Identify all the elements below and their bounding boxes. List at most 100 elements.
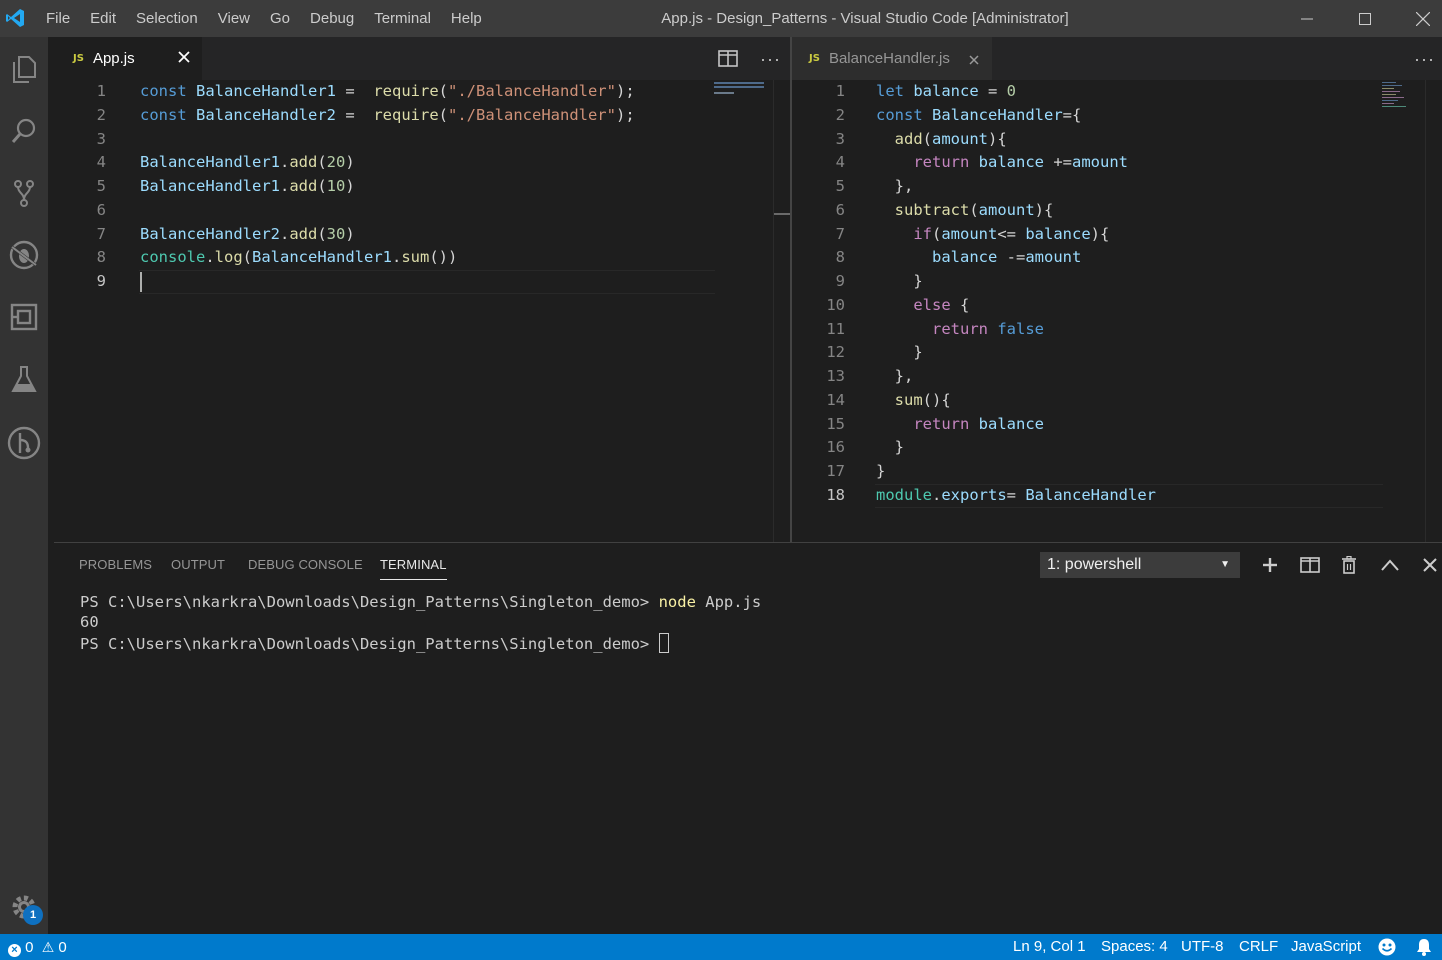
terminal-select[interactable]: 1: powershell ▼ <box>1040 552 1240 578</box>
code-text: const BalanceHandler2 = require("./Balan… <box>140 105 635 124</box>
menu-debug[interactable]: Debug <box>300 0 364 37</box>
code-line: 17} <box>792 459 1442 483</box>
menu-selection[interactable]: Selection <box>126 0 208 37</box>
code-line: 7 if(amount<= balance){ <box>792 222 1442 246</box>
code-line: 2 const BalanceHandler={ <box>792 103 1442 127</box>
code-text: module.exports= BalanceHandler <box>876 485 1156 504</box>
window-title: App.js - Design_Patterns - Visual Studio… <box>661 10 1069 27</box>
code-line: 15 return balance <box>792 412 1442 436</box>
line-number: 11 <box>826 319 845 338</box>
line-number: 9 <box>96 272 106 290</box>
line-number: 5 <box>96 177 106 195</box>
close-tab-icon[interactable] <box>969 52 979 69</box>
code-line: 5 BalanceHandler1.add(10) <box>54 174 790 198</box>
encoding[interactable]: UTF-8 <box>1181 934 1224 960</box>
source-control-icon[interactable] <box>0 169 48 217</box>
more-actions-icon[interactable]: ··· <box>1414 49 1435 70</box>
line-number: 18 <box>826 485 845 504</box>
code-line: 9 } <box>792 269 1442 293</box>
menu-help[interactable]: Help <box>441 0 492 37</box>
line-number: 4 <box>835 153 845 172</box>
code-line: 7 BalanceHandler2.add(30) <box>54 222 790 246</box>
line-number: 2 <box>835 105 845 124</box>
code-text: balance -=amount <box>932 248 1082 267</box>
maximize-button[interactable] <box>1342 0 1388 37</box>
tab-balancehandler-js[interactable]: JS BalanceHandler.js <box>792 37 992 80</box>
explorer-icon[interactable] <box>0 45 48 93</box>
tab-app-js[interactable]: JS App.js <box>54 37 202 80</box>
debug-icon[interactable] <box>0 231 48 279</box>
terminal-command-arg: App.js <box>695 593 762 611</box>
terminal-line: PS C:\Users\nkarkra\Downloads\Design_Pat… <box>80 633 669 653</box>
settings-gear-icon[interactable] <box>0 883 48 931</box>
line-number: 7 <box>96 224 106 243</box>
cursor-position[interactable]: Ln 9, Col 1 <box>1013 934 1086 960</box>
code-line: 6 subtract(amount){ <box>792 198 1442 222</box>
chevron-up-icon <box>1381 559 1399 571</box>
terminal-command: node <box>658 593 696 611</box>
trash-icon <box>1342 556 1356 574</box>
search-icon[interactable] <box>0 107 48 155</box>
maximize-panel-button[interactable] <box>1378 553 1402 577</box>
code-line: 1 const BalanceHandler1 = require("./Bala… <box>54 80 790 103</box>
tab-problems[interactable]: PROBLEMS <box>79 557 152 572</box>
menu-edit[interactable]: Edit <box>80 0 126 37</box>
editor-app-js[interactable]: 1 const BalanceHandler1 = require("./Bala… <box>54 80 790 542</box>
close-icon <box>1416 11 1430 26</box>
code-line: 3 <box>54 127 790 151</box>
test-icon[interactable] <box>0 355 48 403</box>
feedback-smiley-icon[interactable] <box>1378 938 1396 960</box>
kill-terminal-button[interactable] <box>1337 553 1361 577</box>
terminal-prompt: PS C:\Users\nkarkra\Downloads\Design_Pat… <box>80 593 659 611</box>
code-line: 14 sum(){ <box>792 388 1442 412</box>
problems-status[interactable]: × 0 ⚠ 0 <box>8 934 67 960</box>
tab-output[interactable]: OUTPUT <box>171 557 225 572</box>
line-number: 3 <box>835 129 845 148</box>
tab-terminal[interactable]: TERMINAL <box>380 557 447 580</box>
editor-balancehandler-js[interactable]: 1 let balance = 0 2 const BalanceHandler={ 3… <box>792 80 1442 542</box>
close-tab-icon[interactable] <box>178 50 190 67</box>
code-line: 1 let balance = 0 <box>792 80 1442 103</box>
split-terminal-button[interactable] <box>1298 553 1322 577</box>
line-number: 6 <box>96 200 106 219</box>
js-file-icon: JS <box>809 53 820 64</box>
language-mode[interactable]: JavaScript <box>1291 934 1361 960</box>
warning-count: 0 <box>58 939 67 956</box>
menu-view[interactable]: View <box>208 0 260 37</box>
notifications-bell-icon[interactable] <box>1415 938 1433 960</box>
close-panel-button[interactable] <box>1418 553 1442 577</box>
code-line: 8 balance -=amount <box>792 245 1442 269</box>
split-editor-icon[interactable] <box>718 50 738 73</box>
code-text: return balance +=amount <box>913 153 1128 172</box>
code-line: 16 } <box>792 435 1442 459</box>
code-text: return balance <box>913 414 1044 433</box>
menu-go[interactable]: Go <box>260 0 300 37</box>
more-actions-icon[interactable]: ··· <box>760 49 781 70</box>
line-number: 16 <box>826 438 845 457</box>
plus-icon <box>1263 558 1277 572</box>
error-icon: × <box>8 944 21 957</box>
code-line: 2 const BalanceHandler2 = require("./Bala… <box>54 103 790 127</box>
line-number: 6 <box>835 200 845 219</box>
menu-terminal[interactable]: Terminal <box>364 0 441 37</box>
extensions-icon[interactable] <box>0 293 48 341</box>
end-of-line[interactable]: CRLF <box>1239 934 1278 960</box>
code-line: 4 return balance +=amount <box>792 150 1442 174</box>
code-text: } <box>876 272 923 290</box>
code-line: 6 <box>54 198 790 222</box>
line-number: 7 <box>835 224 845 243</box>
minimize-button[interactable] <box>1284 0 1330 37</box>
tab-label: App.js <box>92 50 135 67</box>
indentation[interactable]: Spaces: 4 <box>1101 934 1168 960</box>
code-line: 9 <box>54 269 790 293</box>
right-tab-strip: JS BalanceHandler.js ··· <box>792 37 1442 80</box>
line-number: 1 <box>96 82 106 100</box>
tab-debug-console[interactable]: DEBUG CONSOLE <box>248 557 363 572</box>
code-text: const BalanceHandler={ <box>876 105 1082 124</box>
code-text: } <box>876 438 904 457</box>
new-terminal-button[interactable] <box>1258 553 1282 577</box>
line-number: 3 <box>96 129 106 148</box>
gitlens-icon[interactable] <box>0 419 48 467</box>
menu-file[interactable]: File <box>36 0 80 37</box>
close-window-button[interactable] <box>1400 0 1442 37</box>
